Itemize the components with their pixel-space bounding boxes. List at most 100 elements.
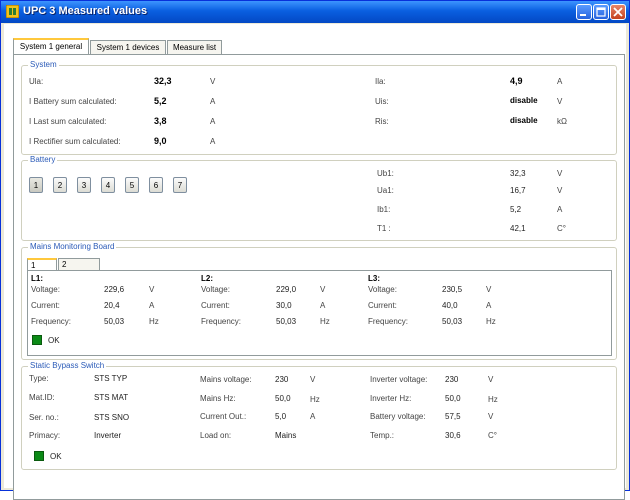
- bypass-unit: V: [488, 412, 494, 421]
- system-unit: kΩ: [557, 117, 567, 126]
- battery-button-7[interactable]: 7: [173, 177, 187, 193]
- close-button[interactable]: [610, 4, 626, 20]
- phase-l3-title: L3:: [368, 274, 380, 283]
- bypass-unit: V: [488, 375, 494, 384]
- bypass-value: 50,0: [445, 394, 461, 403]
- mains-phases-panel: L1: Voltage: 229,6 V Current: 20,4 A Fre…: [27, 270, 612, 356]
- mains-group-title: Mains Monitoring Board: [28, 242, 117, 251]
- system-value: 32,3: [154, 76, 172, 86]
- system-unit: A: [210, 117, 216, 126]
- phase-value: 30,0: [276, 301, 292, 310]
- phase-unit: A: [486, 301, 492, 310]
- phase-unit: V: [320, 285, 326, 294]
- battery-button-1[interactable]: 1: [29, 177, 43, 193]
- battery-unit: C°: [557, 224, 566, 233]
- bypass-group: Static Bypass Switch Type: STS TYP Mat.I…: [21, 361, 617, 470]
- system-value: 3,8: [154, 116, 167, 126]
- phase-value: 50,03: [442, 317, 463, 326]
- battery-button-3[interactable]: 3: [77, 177, 91, 193]
- system-value: 5,2: [154, 96, 167, 106]
- bypass-status-led: [34, 451, 44, 461]
- battery-value: 32,3: [510, 169, 526, 178]
- phase-unit: A: [320, 301, 326, 310]
- battery-value: 16,7: [510, 186, 526, 195]
- close-icon: [613, 7, 623, 17]
- phase-label: Frequency:: [368, 317, 409, 326]
- bypass-label: Mains Hz:: [200, 394, 236, 403]
- bypass-value: STS MAT: [94, 393, 129, 402]
- mains-subtab-1[interactable]: 1: [27, 258, 57, 270]
- bypass-value: Mains: [275, 431, 297, 440]
- phase-label: Current:: [31, 301, 60, 310]
- mains-subtab-2[interactable]: 2: [58, 258, 100, 270]
- system-group: System Ula: 32,3 V I Battery sum calcula…: [21, 60, 617, 155]
- phase-value: 50,03: [276, 317, 297, 326]
- system-label: Uis:: [375, 97, 389, 106]
- bypass-label: Primacy:: [29, 431, 61, 440]
- bypass-value: 5,0: [275, 412, 287, 421]
- phase-label: Voltage:: [368, 285, 397, 294]
- system-value: 4,9: [510, 76, 523, 86]
- bypass-status-text: OK: [50, 452, 62, 461]
- bypass-label: Type:: [29, 374, 49, 383]
- bypass-value: 230: [445, 375, 459, 384]
- phase-unit: Hz: [486, 317, 496, 326]
- phase-unit: V: [486, 285, 492, 294]
- phase-unit: V: [149, 285, 155, 294]
- title-bar[interactable]: UPC 3 Measured values: [1, 1, 629, 23]
- system-unit: A: [557, 77, 563, 86]
- system-value: 9,0: [154, 136, 167, 146]
- system-unit: A: [210, 137, 216, 146]
- system-label: Ula:: [29, 77, 44, 86]
- minimize-icon: [580, 14, 586, 16]
- phase-value: 20,4: [104, 301, 120, 310]
- system-value: disable: [510, 116, 538, 125]
- phase-label: Voltage:: [31, 285, 60, 294]
- bypass-label: Current Out.:: [200, 412, 247, 421]
- phase-unit: Hz: [320, 317, 330, 326]
- client-area: System 1 general System 1 devices Measur…: [4, 24, 626, 500]
- maximize-button[interactable]: [593, 4, 609, 20]
- battery-unit: V: [557, 186, 563, 195]
- phase-l2-title: L2:: [201, 274, 213, 283]
- bypass-unit: Hz: [488, 395, 498, 404]
- bypass-value: 57,5: [445, 412, 461, 421]
- system-label: Ris:: [375, 117, 389, 126]
- battery-button-4[interactable]: 4: [101, 177, 115, 193]
- window-title: UPC 3 Measured values: [23, 5, 148, 17]
- bypass-value: Inverter: [94, 431, 122, 440]
- phase-label: Voltage:: [201, 285, 230, 294]
- battery-value: 5,2: [510, 205, 522, 214]
- battery-button-6[interactable]: 6: [149, 177, 163, 193]
- phase-label: Current:: [368, 301, 397, 310]
- battery-button-2[interactable]: 2: [53, 177, 67, 193]
- bypass-value: 230: [275, 375, 289, 384]
- mains-group: Mains Monitoring Board 1 2 L1: Voltage: …: [21, 242, 617, 360]
- bypass-label: Mat.ID:: [29, 393, 55, 402]
- app-window: UPC 3 Measured values System 1 general S…: [0, 0, 630, 500]
- bypass-label: Inverter Hz:: [370, 394, 412, 403]
- phase-label: Frequency:: [31, 317, 72, 326]
- minimize-button[interactable]: [576, 4, 592, 20]
- bypass-label: Inverter voltage:: [370, 375, 428, 384]
- phase-label: Current:: [201, 301, 230, 310]
- battery-label: Ua1:: [377, 186, 394, 195]
- battery-label: T1 :: [377, 224, 391, 233]
- battery-unit: A: [557, 205, 563, 214]
- phase-label: Frequency:: [201, 317, 242, 326]
- tab-system-1-devices[interactable]: System 1 devices: [90, 40, 166, 54]
- tab-panel: System Ula: 32,3 V I Battery sum calcula…: [13, 54, 625, 500]
- bypass-unit: Hz: [310, 395, 320, 404]
- system-value: disable: [510, 96, 538, 105]
- bypass-value: STS TYP: [94, 374, 128, 383]
- bypass-value: 30,6: [445, 431, 461, 440]
- battery-button-5[interactable]: 5: [125, 177, 139, 193]
- tab-measure-list[interactable]: Measure list: [167, 40, 222, 54]
- maximize-icon: [596, 7, 606, 17]
- tab-system-1-general[interactable]: System 1 general: [13, 38, 89, 54]
- mains-status-led: [32, 335, 42, 345]
- battery-label: Ib1:: [377, 205, 391, 214]
- system-label: Ila:: [375, 77, 386, 86]
- bypass-label: Mains voltage:: [200, 375, 252, 384]
- bypass-value: STS SNO: [94, 413, 130, 422]
